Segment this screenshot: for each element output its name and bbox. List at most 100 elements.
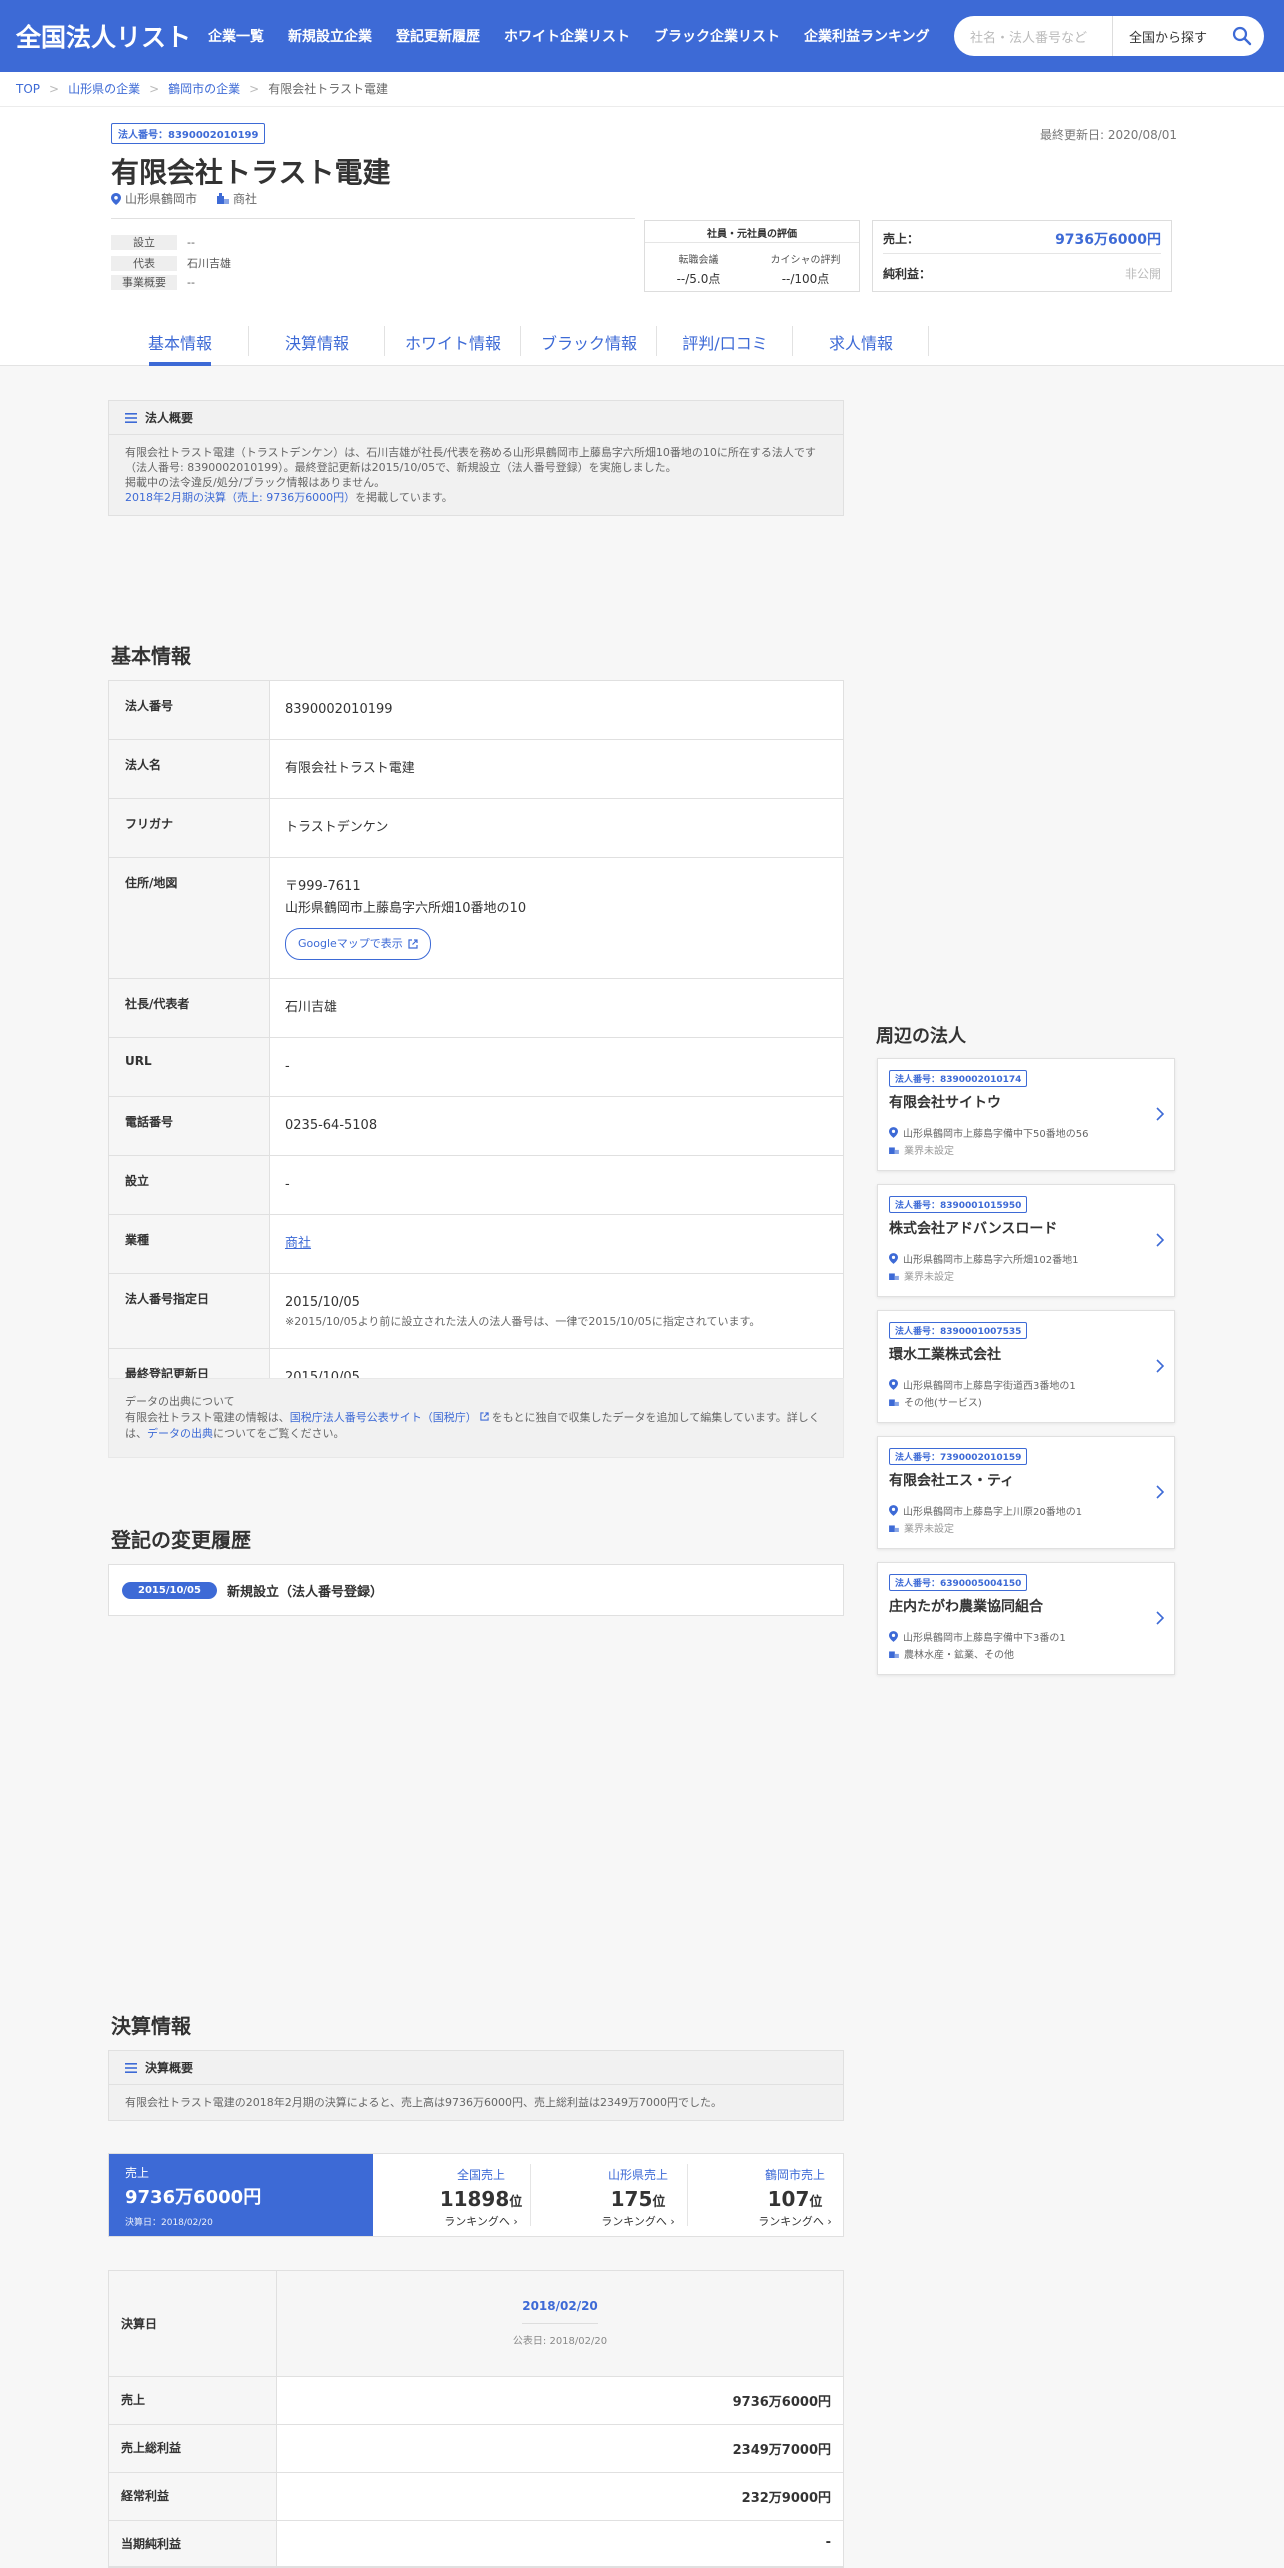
list-icon: [125, 412, 137, 423]
mini-info-business: 事業概要 --: [111, 275, 195, 290]
overview-text: （法人番号: 8390002010199）。最終登記更新は2015/10/05で…: [125, 461, 677, 474]
sales-label: 売上: [125, 2166, 150, 2180]
ranking-prefecture[interactable]: 山形県売上 175位 ランキングへ ›: [560, 2166, 716, 2229]
ranking-value: 107位: [717, 2187, 873, 2211]
tab-jobs[interactable]: 求人情報: [793, 318, 929, 366]
overview-text: 有限会社トラスト電建（トラストデンケン）は、石川吉雄が社長/代表を務める山形県鶴…: [125, 446, 816, 459]
tab-reviews[interactable]: 評判/口コミ: [657, 318, 793, 366]
evaluation-item[interactable]: カイシャの評判 --/100点: [752, 251, 859, 287]
last-updated: 最終更新日: 2020/08/01: [1040, 128, 1178, 142]
row-value: 商社: [270, 1215, 843, 1273]
source-text-part: についてをご覧ください。: [213, 1427, 345, 1440]
tab-financials[interactable]: 決算情報: [249, 318, 385, 366]
table-row: 売上総利益 2349万7000円: [109, 2425, 843, 2473]
financial-summary-header: 決算概要: [109, 2051, 843, 2085]
sales-value[interactable]: 9736万6000円: [1055, 229, 1161, 249]
corp-number-badge: 法人番号：8390002010199: [111, 123, 266, 144]
settlement-date: 決算日：2018/02/20: [125, 2218, 213, 2228]
row-value: 有限会社トラスト電建: [285, 761, 415, 776]
evaluation-title: 社員・元社員の評価: [707, 229, 797, 240]
history-item: 2015/10/05 新規設立（法人番号登録）: [108, 1564, 844, 1616]
nearby-company-card[interactable]: 法人番号：8390001015950 株式会社アドバンスロード 山形県鶴岡市上藤…: [877, 1184, 1175, 1297]
ranking-national[interactable]: 全国売上 11898位 ランキングへ ›: [403, 2166, 559, 2229]
chevron-right-icon: [1156, 1359, 1164, 1373]
table-row: 社長/代表者 石川吉雄: [109, 979, 843, 1038]
mini-info-value: 石川吉雄: [187, 257, 231, 270]
company-industry[interactable]: 商社: [233, 190, 257, 207]
evaluation-item[interactable]: 転職会議 --/5.0点: [645, 251, 752, 287]
external-link-icon: [408, 939, 418, 949]
row-label: 業種: [109, 1215, 270, 1273]
title-divider: [111, 218, 635, 219]
search-scope-select[interactable]: 全国から探す: [1129, 27, 1207, 46]
chevron-right-icon: [1156, 1233, 1164, 1247]
address: 山形県鶴岡市上藤島字六所畑10番地の10: [285, 901, 527, 916]
evaluation-divider: [645, 242, 859, 243]
rank-unit: 位: [809, 2195, 823, 2210]
row-label: 電話番号: [109, 1097, 270, 1155]
evaluation-score: --/100点: [781, 272, 830, 286]
ranking-link[interactable]: ランキングへ ›: [717, 2213, 873, 2229]
tab-label: ブラック情報: [540, 334, 637, 353]
row-label: 住所/地図: [109, 858, 270, 978]
ranking-link[interactable]: ランキングへ ›: [560, 2213, 716, 2229]
nearby-address: 山形県鶴岡市上藤島字備中下3番の1: [889, 1629, 1066, 1644]
ranking-label: 山形県売上: [607, 2168, 668, 2182]
nearby-address: 山形県鶴岡市上藤島字街道西3番地の1: [889, 1377, 1076, 1392]
search-icon[interactable]: [1232, 26, 1252, 46]
nav-item-new-companies[interactable]: 新規設立企業: [288, 26, 372, 46]
designation-date: 2015/10/05: [285, 1295, 360, 1310]
ranking-city[interactable]: 鶴岡市売上 107位 ランキングへ ›: [717, 2166, 873, 2229]
ranking-divider: [530, 2164, 531, 2226]
industry-icon: [889, 1399, 899, 1406]
address-text: 山形県鶴岡市上藤島字街道西3番地の1: [903, 1381, 1076, 1392]
breadcrumb-prefecture[interactable]: 山形県の企業: [68, 80, 140, 97]
net-profit-row: 純利益： 非公開: [883, 258, 1161, 288]
overview-header: 法人概要: [109, 401, 843, 435]
tab-black-info[interactable]: ブラック情報: [521, 318, 657, 366]
nta-link[interactable]: 国税庁法人番号公表サイト（国税庁）: [290, 1411, 477, 1424]
nav-item-companies[interactable]: 企業一覧: [208, 26, 264, 46]
financial-summary-body: 有限会社トラスト電建の2018年2月期の決算によると、売上高は9736万6000…: [125, 2096, 722, 2109]
map-pin-icon: [889, 1631, 898, 1642]
nearby-company-card[interactable]: 法人番号：8390001007535 環水工業株式会社 山形県鶴岡市上藤島字街道…: [877, 1310, 1175, 1423]
google-map-button-label: Googleマップで表示: [298, 937, 403, 950]
map-pin-icon: [111, 192, 121, 205]
breadcrumb-divider: [0, 106, 1284, 107]
tab-basic-info[interactable]: 基本情報: [111, 318, 249, 366]
nearby-company-name: 庄内たがわ農業協同組合: [889, 1599, 1043, 1615]
history-text: 新規設立（法人番号登録）: [226, 1584, 383, 1600]
industry-link[interactable]: 商社: [285, 1236, 311, 1251]
ranking-link[interactable]: ランキングへ ›: [403, 2213, 559, 2229]
nearby-company-card[interactable]: 法人番号：8390002010174 有限会社サイトウ 山形県鶴岡市上藤島字備中…: [877, 1058, 1175, 1171]
row-label: 経常利益: [109, 2473, 277, 2520]
nearby-heading: 周辺の法人: [876, 1026, 966, 1047]
breadcrumb-top[interactable]: TOP: [16, 82, 40, 96]
nearby-company-card[interactable]: 法人番号：7390002010159 有限会社エス・ティ 山形県鶴岡市上藤島字上…: [877, 1436, 1175, 1549]
nav-item-registry-updates[interactable]: 登記更新履歴: [396, 26, 480, 46]
search-input[interactable]: 社名・法人番号など: [970, 27, 1087, 46]
settlement-date-link[interactable]: 2018/02/20: [277, 2299, 843, 2313]
nearby-company-card[interactable]: 法人番号：6390005004150 庄内たがわ農業協同組合 山形県鶴岡市上藤島…: [877, 1562, 1175, 1675]
tab-white-info[interactable]: ホワイト情報: [385, 318, 521, 366]
chevron-right-icon: ›: [513, 2215, 518, 2228]
address-text: 山形県鶴岡市上藤島字六所畑102番地1: [903, 1255, 1079, 1266]
row-value: 8390002010199: [285, 702, 393, 717]
publication-date: 公表日: 2018/02/20: [512, 2336, 608, 2347]
breadcrumb-city[interactable]: 鶴岡市の企業: [168, 80, 240, 97]
corp-number-badge: 法人番号：7390002010159: [889, 1448, 1028, 1465]
nav-item-black-list[interactable]: ブラック企業リスト: [654, 26, 780, 46]
corp-number-badge: 法人番号：8390002010174: [889, 1070, 1028, 1087]
ranking-value: 175位: [560, 2187, 716, 2211]
industry-icon: [889, 1273, 899, 1280]
financial-link[interactable]: 2018年2月期の決算（売上: 9736万6000円）: [125, 491, 355, 504]
nav-item-white-list[interactable]: ホワイト企業リスト: [504, 26, 630, 46]
breadcrumb-current: 有限会社トラスト電建: [268, 82, 388, 96]
nav-item-profit-ranking[interactable]: 企業利益ランキング: [804, 26, 930, 46]
data-source-link[interactable]: データの出典: [147, 1427, 213, 1440]
sales-highlight: 売上 9736万6000円 決算日：2018/02/20: [109, 2154, 373, 2236]
evaluation-score: --/5.0点: [676, 272, 721, 286]
site-logo[interactable]: 全国法人リスト: [16, 18, 191, 54]
overview-text: 掲載中の法令違反/処分/ブラック情報はありません。: [125, 476, 386, 489]
google-map-button[interactable]: Googleマップで表示: [285, 928, 431, 960]
